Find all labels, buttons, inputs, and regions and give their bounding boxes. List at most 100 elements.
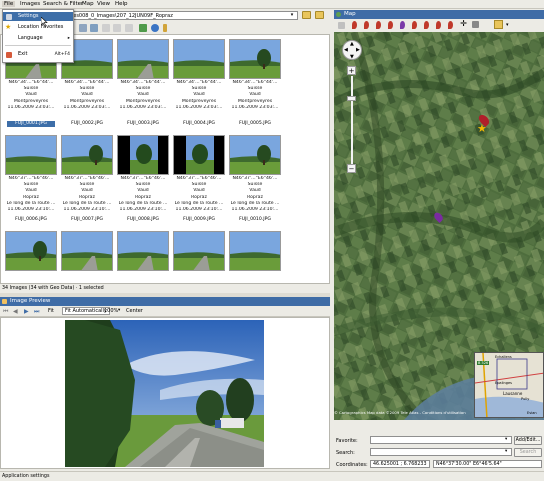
zoom-in-button[interactable]: +: [347, 66, 356, 75]
attribution-text[interactable]: Map data ©2009 Tele Atlas - Conditions d…: [367, 410, 466, 415]
zoom-select[interactable]: 100%: [104, 308, 118, 314]
marker-icon[interactable]: [376, 21, 381, 29]
thumbnail-filename[interactable]: FUJI_0003.JPG: [119, 121, 167, 127]
pan-left-icon[interactable]: ◀: [344, 47, 348, 53]
star-marker-icon[interactable]: ★: [477, 123, 487, 134]
view-icon[interactable]: [79, 24, 87, 32]
marker-icon[interactable]: [364, 21, 369, 29]
thumbnail-item[interactable]: N46°34'...°E6°44'... Suisse Vaud Montprevey…: [115, 37, 171, 129]
favorite-select[interactable]: [370, 436, 512, 444]
thumbnail-filename[interactable]: FUJI_0001.JPG: [7, 121, 55, 127]
pan-right-icon[interactable]: ▶: [356, 47, 360, 53]
menu-map[interactable]: Map: [80, 1, 96, 7]
star-favorite-icon[interactable]: [494, 20, 503, 29]
thumbnail-item[interactable]: [227, 229, 283, 283]
menu-images[interactable]: Images: [18, 1, 42, 7]
thumbnail-image[interactable]: [117, 39, 169, 79]
thumbnail-filename[interactable]: FUJI_0009.JPG: [175, 217, 223, 223]
fit-mode-toggle[interactable]: Fit Automatically: [62, 307, 110, 315]
thumbnail-image[interactable]: [173, 231, 225, 271]
zoom-slider-handle[interactable]: [347, 96, 356, 101]
thumbnail-image[interactable]: [173, 135, 225, 175]
globe-icon[interactable]: [151, 24, 159, 32]
thumbnail-item[interactable]: N46°37'...°E6°46'... Suisse Vaud Ropraz Le l…: [115, 133, 171, 225]
marker-icon[interactable]: [400, 21, 405, 29]
thumbnail-image[interactable]: [5, 231, 57, 271]
thumbnail-item[interactable]: N46°34'...°E6°44'... Suisse Vaud Montprevey…: [227, 37, 283, 129]
marker-icon[interactable]: [412, 21, 417, 29]
next-icon[interactable]: ▶: [24, 308, 29, 315]
menu-view[interactable]: View: [95, 1, 112, 7]
pan-up-icon[interactable]: ▲: [350, 41, 354, 47]
folder-path-input[interactable]: ages008_0_Images\207_12JUN09F_Ropraz: [63, 11, 298, 20]
thumbnail-item[interactable]: [59, 229, 115, 283]
coordinates-decimal-field[interactable]: 46.625001 ; 6.768233: [370, 460, 430, 468]
ruler-icon[interactable]: [472, 21, 479, 28]
menu-item-location-favorites[interactable]: ★ Location Favorites: [3, 23, 73, 32]
thumbnail-image[interactable]: [61, 231, 113, 271]
overview-inset-map[interactable]: B 526 Echallens Epalinges Lausanne Pully…: [474, 352, 544, 418]
marker-icon[interactable]: [424, 21, 429, 29]
redo-icon[interactable]: [113, 24, 121, 32]
thumbnail-image[interactable]: [229, 135, 281, 175]
details-icon[interactable]: [90, 24, 98, 32]
pan-control[interactable]: ▲ ▼ ◀ ▶: [342, 40, 362, 60]
marker-icon[interactable]: [436, 21, 441, 29]
thumbnail-item[interactable]: N46°37'...°E6°46'... Suisse Vaud Ropraz Le l…: [3, 133, 59, 225]
marker-icon[interactable]: [388, 21, 393, 29]
thumbnail-filename[interactable]: FUJI_0002.JPG: [63, 121, 111, 127]
pin-icon[interactable]: [163, 24, 167, 32]
chevron-down-icon[interactable]: ▾: [118, 308, 120, 313]
navigate-icon[interactable]: [338, 22, 345, 29]
last-icon[interactable]: ⏭: [34, 308, 39, 316]
menu-search-filter[interactable]: Search & Filter: [41, 1, 85, 7]
undo-icon[interactable]: [102, 24, 110, 32]
add-edit-button[interactable]: Add/Edit...: [514, 436, 542, 445]
zoom-slider-track[interactable]: [351, 76, 353, 164]
thumbnail-image[interactable]: [229, 39, 281, 79]
marker-icon[interactable]: [352, 21, 357, 29]
menu-item-settings[interactable]: Settings: [3, 12, 73, 21]
thumbnail-image[interactable]: [173, 39, 225, 79]
chevron-down-icon[interactable]: ▾: [288, 12, 296, 19]
menu-help[interactable]: Help: [113, 1, 130, 7]
search-button[interactable]: Search: [514, 448, 542, 457]
thumbnail-filename[interactable]: FUJI_0006.JPG: [7, 217, 55, 223]
thumbnail-image[interactable]: [61, 135, 113, 175]
thumbnail-item[interactable]: N46°37'...°E6°46'... Suisse Vaud Ropraz Le l…: [171, 133, 227, 225]
thumbnail-image[interactable]: [5, 135, 57, 175]
thumbnail-image[interactable]: [117, 231, 169, 271]
thumbnail-image[interactable]: [229, 231, 281, 271]
fit-button[interactable]: Fit: [48, 308, 54, 314]
thumbnail-item[interactable]: N46°34'...°E6°44'... Suisse Vaud Montprevey…: [171, 37, 227, 129]
thumbnail-item[interactable]: N46°37'...°E6°46'... Suisse Vaud Ropraz Le l…: [59, 133, 115, 225]
thumbnail-filename[interactable]: FUJI_0010.JPG: [231, 217, 279, 223]
zoom-out-button[interactable]: −: [347, 164, 356, 173]
first-icon[interactable]: ⏮: [3, 308, 8, 316]
satellite-map[interactable]: ▲ ▼ ◀ ▶ + − ★ B 526 Echallens Epalinges …: [334, 32, 544, 420]
thumbnail-filename[interactable]: FUJI_0004.JPG: [175, 121, 223, 127]
coordinates-dms-field[interactable]: N46°37'30.00" E6°46'5.64": [433, 460, 542, 468]
center-button[interactable]: Center: [126, 308, 143, 314]
crosshair-icon[interactable]: ✛: [459, 20, 468, 29]
folder-up-icon[interactable]: [302, 11, 311, 19]
chevron-down-icon[interactable]: ▾: [505, 437, 507, 442]
thumbnail-item[interactable]: [3, 229, 59, 283]
thumbnail-item[interactable]: N46°37'...°E6°46'... Suisse Vaud Ropraz Le l…: [227, 133, 283, 225]
menu-item-language[interactable]: Language ▸: [3, 34, 73, 43]
geotag-icon[interactable]: [139, 24, 147, 32]
thumbnail-item[interactable]: [171, 229, 227, 283]
pan-down-icon[interactable]: ▼: [350, 54, 354, 60]
previous-icon[interactable]: ◀: [13, 308, 18, 315]
menu-file[interactable]: File: [2, 1, 16, 7]
thumbnail-filename[interactable]: FUJI_0008.JPG: [119, 217, 167, 223]
rotate-icon[interactable]: [125, 24, 133, 32]
thumbnail-image[interactable]: [117, 135, 169, 175]
open-folder-icon[interactable]: [315, 11, 324, 19]
chevron-down-icon[interactable]: ▾: [505, 449, 507, 454]
thumbnail-item[interactable]: [115, 229, 171, 283]
thumbnail-filename[interactable]: FUJI_0005.JPG: [231, 121, 279, 127]
chevron-down-icon[interactable]: ▾: [506, 22, 509, 28]
search-input[interactable]: [370, 448, 512, 456]
marker-icon[interactable]: [448, 21, 453, 29]
